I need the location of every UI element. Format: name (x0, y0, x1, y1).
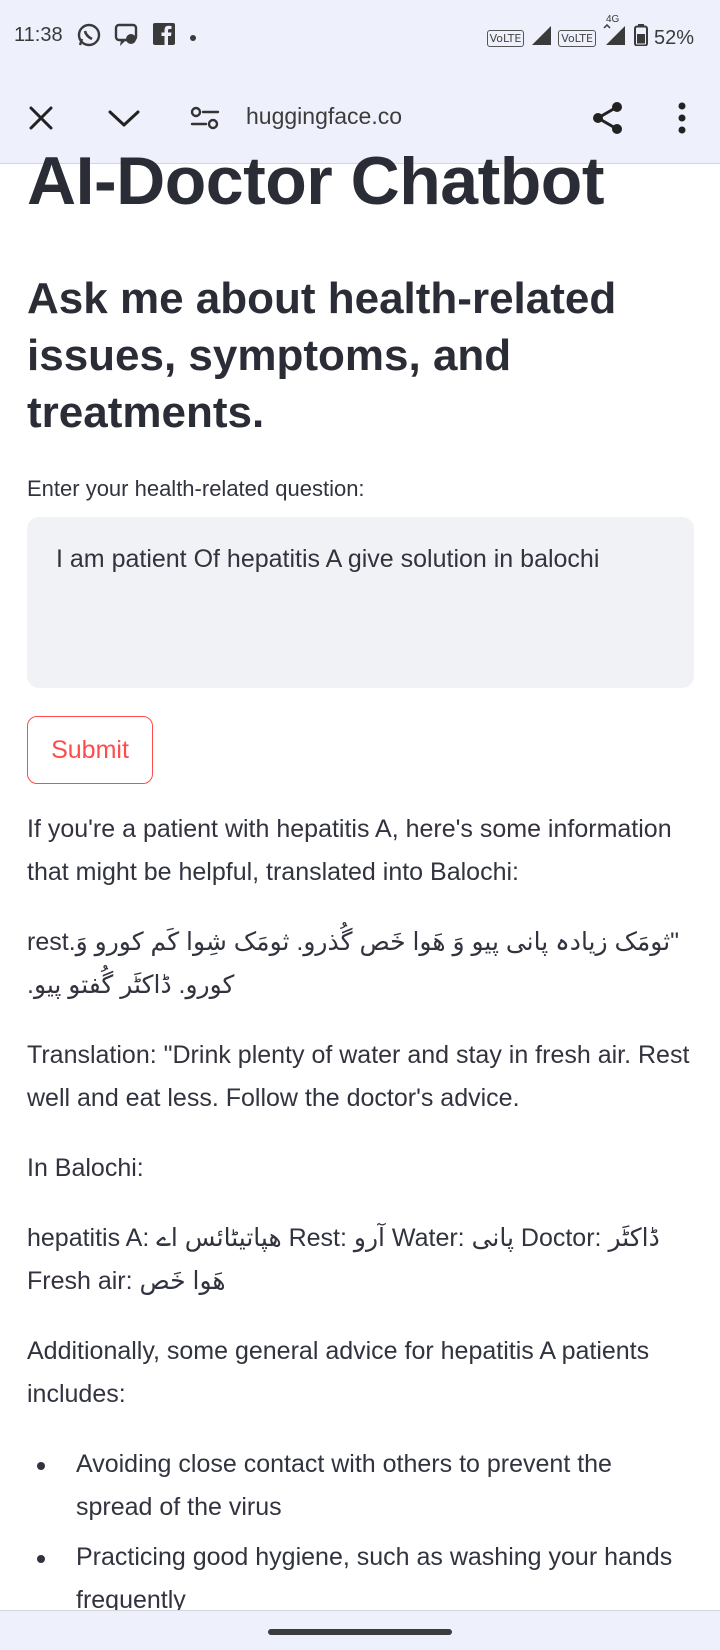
volte-badge: VoLTE (486, 29, 525, 47)
battery-icon (633, 24, 648, 52)
share-button[interactable] (588, 98, 628, 138)
status-bar: 11:38 VoLTE VoLTE 4G 52% (0, 0, 720, 74)
response-translation: Translation: "Drink plenty of water and … (27, 1041, 690, 1112)
home-gesture-handle[interactable] (268, 1629, 452, 1635)
battery-level: 52% (653, 26, 694, 49)
whatsapp-icon (76, 22, 102, 48)
close-icon (29, 106, 53, 130)
chat-icon (114, 22, 140, 48)
response-balochi-advice: "ثومَک زیادہ پانی پیو وَ ھَوا خَص گُذرو.… (27, 928, 680, 999)
list-item: Avoiding close contact with others to pr… (27, 1443, 694, 1529)
submit-button[interactable]: Submit (27, 716, 153, 784)
minimize-button[interactable] (104, 98, 144, 138)
question-label: Enter your health-related question: (27, 476, 365, 501)
volte-badge-2: VoLTE (558, 29, 596, 47)
close-tab-button[interactable] (21, 98, 61, 138)
facebook-icon (152, 22, 178, 48)
browser-toolbar: huggingface.co (0, 74, 720, 164)
question-input[interactable]: I am patient Of hepatitis A give solutio… (27, 517, 694, 688)
page-title: AI-Doctor Chatbot (27, 156, 604, 219)
response-glossary: hepatitis A: ھپاتیٹائس اے Rest: آرو Wate… (27, 1224, 660, 1295)
more-options-button[interactable] (662, 98, 702, 138)
response-intro: If you're a patient with hepatitis A, he… (27, 815, 672, 886)
response-general-intro: Additionally, some general advice for he… (27, 1337, 650, 1408)
list-item: Practicing good hygiene, such as washing… (27, 1536, 694, 1610)
site-settings-icon (190, 106, 220, 130)
share-icon (593, 102, 622, 134)
network-type: 4G (605, 14, 620, 25)
dot-icon (188, 30, 198, 41)
page-subtitle: Ask me about health-related issues, symp… (27, 274, 617, 437)
status-time: 11:38 (14, 24, 63, 46)
chevron-down-icon (108, 110, 140, 127)
more-vert-icon (678, 102, 686, 134)
response-text: If you're a patient with hepatitis A, he… (27, 808, 694, 1610)
advice-list: Avoiding close contact with others to pr… (27, 1443, 694, 1610)
signal-icon (530, 24, 552, 52)
url-bar[interactable]: huggingface.co (246, 103, 402, 130)
data-arrows-icon: 4G (602, 14, 628, 52)
status-right: VoLTE VoLTE 4G 52% (486, 14, 694, 52)
navigation-bar (0, 1610, 720, 1650)
site-settings-button[interactable] (185, 98, 225, 138)
response-balochi-heading: In Balochi: (27, 1154, 144, 1182)
page-content: AI-Doctor Chatbot Ask me about health-re… (0, 156, 720, 1610)
